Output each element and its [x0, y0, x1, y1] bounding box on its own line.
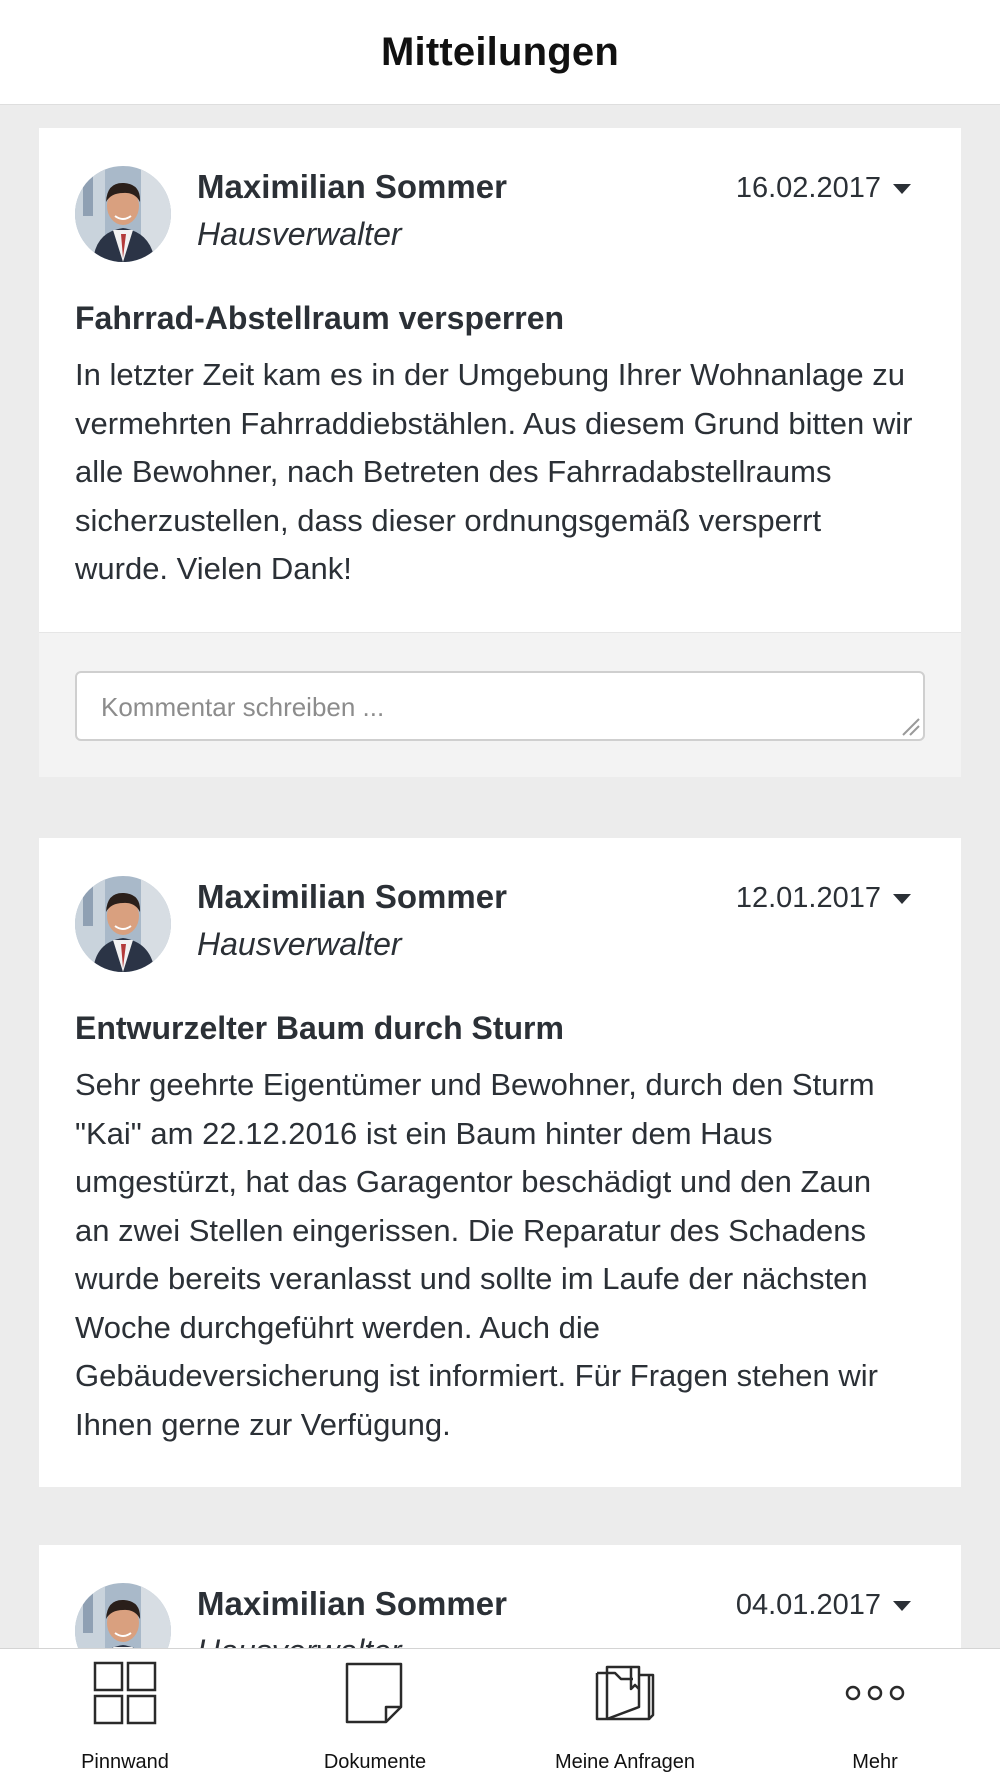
- post-title: Fahrrad-Abstellraum versperren: [75, 300, 565, 336]
- comment-area: Kommentar schreiben ...: [39, 631, 961, 777]
- top-bar: Mitteilungen: [0, 0, 1000, 105]
- post-title: Entwurzelter Baum durch Sturm: [75, 1010, 564, 1046]
- nav-item-pinnwand[interactable]: Pinnwand: [0, 1649, 250, 1778]
- bottom-navigation: Pinnwand Dokumente Meine Anfragen Mehr: [0, 1648, 1000, 1778]
- more-icon: [845, 1685, 905, 1701]
- nav-item-meine-anfragen[interactable]: Meine Anfragen: [500, 1649, 750, 1778]
- grid-icon: [93, 1661, 157, 1725]
- messages-feed[interactable]: Maximilian Sommer Hausverwalter 16.02.20…: [0, 105, 1000, 1648]
- nav-item-dokumente[interactable]: Dokumente: [250, 1649, 500, 1778]
- post-date: 04.01.2017: [735, 1589, 881, 1621]
- nav-item-mehr[interactable]: Mehr: [750, 1649, 1000, 1778]
- message-card: Maximilian Sommer Hausverwalter 04.01.20…: [39, 1545, 961, 1648]
- author-name: Maximilian Sommer: [197, 168, 507, 205]
- author-row: Maximilian Sommer Hausverwalter 04.01.20…: [49, 1583, 933, 1648]
- post-date: 16.02.2017: [735, 172, 881, 204]
- author-role: Hausverwalter: [197, 926, 402, 962]
- post-date-dropdown[interactable]: 16.02.2017: [736, 172, 911, 205]
- author-row: Maximilian Sommer Hausverwalter 12.01.20…: [49, 876, 933, 976]
- post-date-dropdown[interactable]: 12.01.2017: [736, 882, 911, 915]
- message-card: Maximilian Sommer Hausverwalter 12.01.20…: [39, 838, 961, 1487]
- app-screen: Mitteilungen Maximilian Sommer Hausverwa…: [0, 0, 1000, 1778]
- post-date-dropdown[interactable]: 04.01.2017: [736, 1589, 911, 1622]
- avatar[interactable]: [75, 876, 171, 972]
- author-role: Hausverwalter: [197, 1633, 402, 1648]
- nav-label: Pinnwand: [81, 1751, 169, 1773]
- page-title: Mitteilungen: [381, 29, 619, 74]
- author-name: Maximilian Sommer: [197, 878, 507, 915]
- folder-icon: [595, 1665, 655, 1721]
- comment-placeholder: Kommentar schreiben ...: [101, 691, 385, 722]
- nav-label: Meine Anfragen: [554, 1751, 696, 1773]
- author-row: Maximilian Sommer Hausverwalter 16.02.20…: [49, 166, 933, 266]
- document-icon: [345, 1662, 403, 1724]
- avatar[interactable]: [75, 166, 171, 262]
- nav-label: Mehr: [852, 1751, 898, 1773]
- post-date: 12.01.2017: [735, 882, 881, 914]
- caret-down-icon[interactable]: [893, 893, 911, 904]
- caret-down-icon[interactable]: [893, 1600, 911, 1611]
- resize-grip-icon[interactable]: [899, 715, 921, 737]
- author-name: Maximilian Sommer: [197, 1585, 507, 1622]
- author-role: Hausverwalter: [197, 216, 402, 252]
- comment-input[interactable]: Kommentar schreiben ...: [75, 670, 925, 741]
- post-body: Sehr geehrte Eigentümer und Bewohner, du…: [75, 1067, 878, 1442]
- avatar[interactable]: [75, 1583, 171, 1648]
- caret-down-icon[interactable]: [893, 183, 911, 194]
- post-body: In letzter Zeit kam es in der Umgebung I…: [75, 357, 913, 586]
- message-card: Maximilian Sommer Hausverwalter 16.02.20…: [39, 128, 961, 777]
- nav-label: Dokumente: [323, 1751, 427, 1773]
